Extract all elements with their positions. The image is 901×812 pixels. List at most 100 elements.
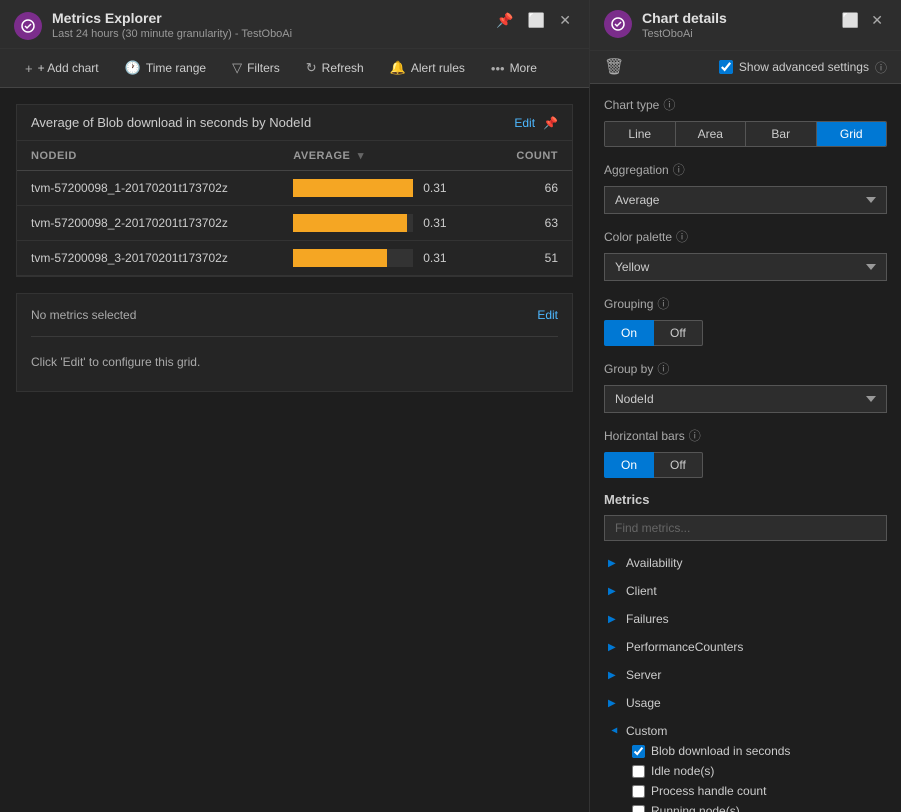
tree-child-item: Idle node(s) xyxy=(628,761,887,781)
bell-icon: 🔔 xyxy=(390,60,406,76)
metric-checkbox[interactable] xyxy=(632,805,645,812)
metric-checkbox[interactable] xyxy=(632,785,645,798)
chart-type-info-icon: ⓘ xyxy=(663,96,675,113)
metric-checkbox[interactable] xyxy=(632,765,645,778)
cell-nodeid: tvm-57200098_1-20170201t173702z xyxy=(17,171,279,206)
tree-children: Blob download in seconds Idle node(s) Pr… xyxy=(604,741,887,812)
show-advanced-label: Show advanced settings xyxy=(739,60,869,74)
pin-grid-icon: 📌 xyxy=(543,116,558,130)
right-toolbar: 🗑 Show advanced settings ⓘ xyxy=(590,51,901,84)
chart-type-area[interactable]: Area xyxy=(676,122,747,146)
filter-icon: ▽ xyxy=(232,60,242,76)
metrics-group-item: ▶ Server xyxy=(604,661,887,689)
alert-rules-button[interactable]: 🔔 Alert rules xyxy=(379,55,476,81)
close-left-button[interactable]: ✕ xyxy=(555,10,575,31)
right-header: Chart details TestOboAi ⬜ ✕ xyxy=(590,0,901,51)
tree-child-process-handle-count[interactable]: Process handle count xyxy=(628,781,887,801)
metrics-group-usage[interactable]: ▶ Usage xyxy=(604,693,887,713)
right-header-left: Chart details TestOboAi xyxy=(604,10,727,40)
metrics-group-performancecounters[interactable]: ▶ PerformanceCounters xyxy=(604,637,887,657)
close-right-button[interactable]: ✕ xyxy=(867,10,887,31)
table-row: tvm-57200098_3-20170201t173702z 0.31 51 xyxy=(17,241,572,276)
ellipsis-icon: ••• xyxy=(491,61,505,76)
tree-group-label: PerformanceCounters xyxy=(626,640,743,654)
tree-child-running-node(s)[interactable]: Running node(s) xyxy=(628,801,887,812)
horizontal-bars-on-button[interactable]: On xyxy=(604,452,654,478)
metrics-group-item: ▶ Availability xyxy=(604,549,887,577)
chart-type-bar[interactable]: Bar xyxy=(746,122,817,146)
metrics-group-server[interactable]: ▶ Server xyxy=(604,665,887,685)
chart-type-section: Chart type ⓘ Line Area Bar Grid xyxy=(604,96,887,147)
tree-arrow-icon: ▶ xyxy=(608,642,620,653)
grid-title: Average of Blob download in seconds by N… xyxy=(31,115,311,130)
right-panel-subtitle: TestOboAi xyxy=(642,28,727,40)
tree-child-label: Idle node(s) xyxy=(651,764,714,778)
title-block: Metrics Explorer Last 24 hours (30 minut… xyxy=(52,10,292,40)
chart-type-group: Line Area Bar Grid xyxy=(604,121,887,147)
edit-button-2[interactable]: Edit xyxy=(537,308,558,322)
bar-value: 0.31 xyxy=(423,251,446,265)
pin-button[interactable]: 📌 xyxy=(492,10,517,31)
bar-container xyxy=(293,179,413,197)
maximize-button[interactable]: ⬜ xyxy=(524,10,549,31)
tree-group-label: Client xyxy=(626,584,657,598)
horizontal-bars-off-button[interactable]: Off xyxy=(654,452,703,478)
metrics-group-item: ▼ Custom Blob download in seconds Idle n… xyxy=(604,717,887,812)
tree-child-label: Blob download in seconds xyxy=(651,744,790,758)
time-range-button[interactable]: 🕐 Time range xyxy=(114,55,217,81)
cell-count: 63 xyxy=(491,206,572,241)
color-palette-dropdown[interactable]: Yellow Blue Green Red xyxy=(604,253,887,281)
metrics-group-item: ▶ Usage xyxy=(604,689,887,717)
more-button[interactable]: ••• More xyxy=(480,56,548,81)
panel-header: Metrics Explorer Last 24 hours (30 minut… xyxy=(0,0,589,49)
filters-button[interactable]: ▽ Filters xyxy=(221,55,291,81)
show-advanced-checkbox[interactable] xyxy=(719,60,733,74)
add-chart-button[interactable]: + + Add chart xyxy=(14,56,110,81)
chart-type-grid[interactable]: Grid xyxy=(817,122,887,146)
cell-nodeid: tvm-57200098_2-20170201t173702z xyxy=(17,206,279,241)
cell-count: 51 xyxy=(491,241,572,276)
left-panel: Metrics Explorer Last 24 hours (30 minut… xyxy=(0,0,590,812)
metrics-group-client[interactable]: ▶ Client xyxy=(604,581,887,601)
grouping-off-button[interactable]: Off xyxy=(654,320,703,346)
tree-group-label: Failures xyxy=(626,612,669,626)
horizontal-bars-section: Horizontal bars ⓘ On Off xyxy=(604,427,887,478)
grouping-section: Grouping ⓘ On Off xyxy=(604,295,887,346)
refresh-icon: ↻ xyxy=(306,60,317,76)
maximize-right-button[interactable]: ⬜ xyxy=(838,10,863,31)
bar-container xyxy=(293,214,413,232)
add-icon: + xyxy=(25,61,33,76)
tree-arrow-icon: ▶ xyxy=(608,614,620,625)
tree-child-idle-node(s)[interactable]: Idle node(s) xyxy=(628,761,887,781)
right-app-icon xyxy=(604,10,632,38)
bar-container xyxy=(293,249,413,267)
group-by-dropdown[interactable]: NodeId None xyxy=(604,385,887,413)
metrics-group-custom[interactable]: ▼ Custom xyxy=(604,721,887,741)
metrics-label: Metrics xyxy=(604,492,887,507)
bar-value: 0.31 xyxy=(423,216,446,230)
show-advanced-toggle[interactable]: Show advanced settings ⓘ xyxy=(719,59,887,76)
metrics-search-input[interactable] xyxy=(604,515,887,541)
color-palette-section: Color palette ⓘ Yellow Blue Green Red xyxy=(604,228,887,281)
color-palette-info-icon: ⓘ xyxy=(676,228,688,245)
right-panel: Chart details TestOboAi ⬜ ✕ 🗑 Show advan… xyxy=(590,0,901,812)
delete-button[interactable]: 🗑 xyxy=(604,57,624,77)
chart-type-line[interactable]: Line xyxy=(605,122,676,146)
no-metrics-header: No metrics selected Edit xyxy=(31,308,558,322)
grouping-toggle-group: On Off xyxy=(604,320,703,346)
horizontal-bars-label: Horizontal bars ⓘ xyxy=(604,427,887,444)
metrics-group-failures[interactable]: ▶ Failures xyxy=(604,609,887,629)
metric-checkbox[interactable] xyxy=(632,745,645,758)
refresh-button[interactable]: ↻ Refresh xyxy=(295,55,375,81)
panel-subtitle: Last 24 hours (30 minute granularity) - … xyxy=(52,28,292,40)
metrics-group-availability[interactable]: ▶ Availability xyxy=(604,553,887,573)
tree-arrow-icon: ▶ xyxy=(608,698,620,709)
panel-title: Metrics Explorer xyxy=(52,10,292,26)
tree-child-item: Blob download in seconds xyxy=(628,741,887,761)
data-table: NODEID AVERAGE ▾ COUNT tvm-57200098_1-20… xyxy=(17,141,572,276)
grouping-on-button[interactable]: On xyxy=(604,320,654,346)
edit-button-1[interactable]: Edit xyxy=(514,116,535,130)
tree-child-blob-download-in-seconds[interactable]: Blob download in seconds xyxy=(628,741,887,761)
right-content: Chart type ⓘ Line Area Bar Grid Aggregat… xyxy=(590,84,901,812)
aggregation-dropdown[interactable]: Average Sum Min Max Count xyxy=(604,186,887,214)
